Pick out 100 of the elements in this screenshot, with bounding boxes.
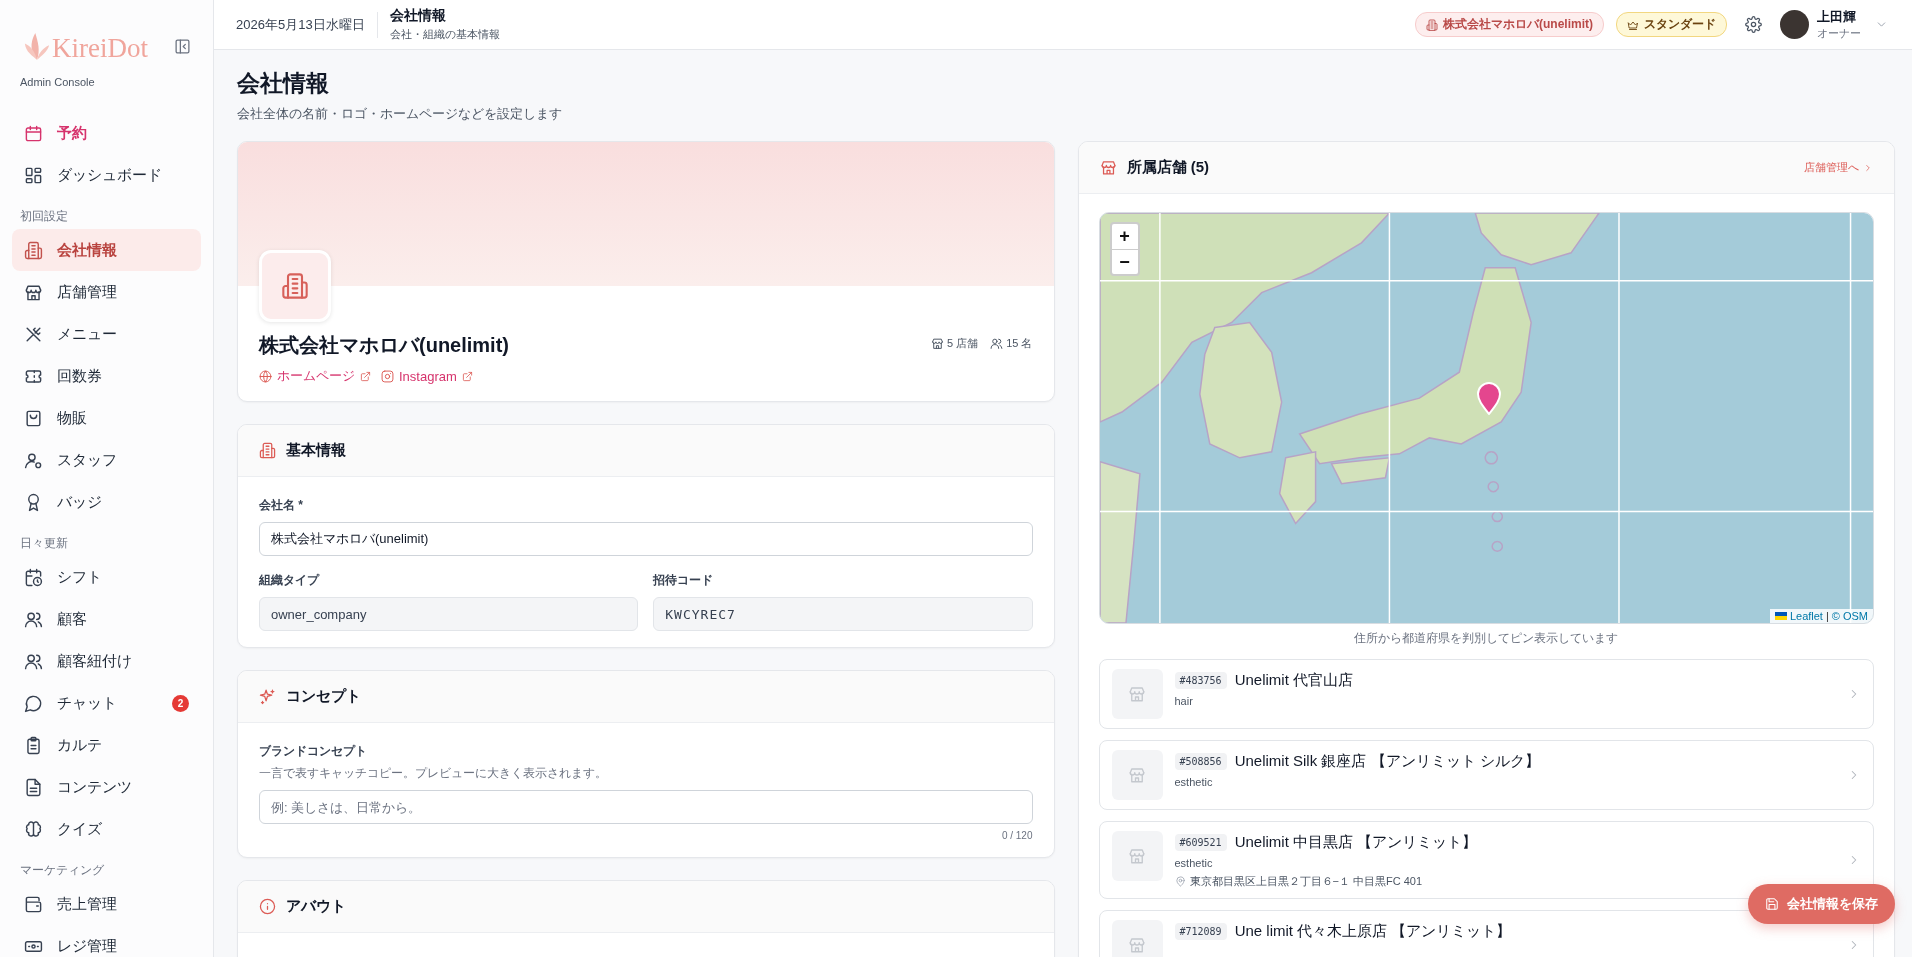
- profile-link[interactable]: Instagram: [399, 368, 457, 384]
- header-subtitle: 会社・組織の基本情報: [389, 27, 500, 42]
- collapse-sidebar-button[interactable]: [174, 37, 191, 55]
- store-row[interactable]: #508856 Unelimit Silk 銀座店 【アンリミット シルク】 esthetic: [1098, 740, 1874, 810]
- sidebar-item[interactable]: チャット 2: [12, 682, 201, 724]
- map-pin-icon: [1174, 876, 1186, 887]
- globe-icon: [259, 369, 272, 383]
- panel-icon: [174, 37, 191, 55]
- settings-button[interactable]: [1745, 16, 1762, 33]
- card-title: 基本情報: [286, 441, 347, 460]
- settings-icon: [1745, 16, 1762, 33]
- external-link-icon: [360, 370, 371, 382]
- console-label: Admin Console: [20, 76, 96, 88]
- save-icon: [1765, 897, 1779, 911]
- field-label: 会社名 *: [259, 497, 304, 514]
- field-label: ブランドコンセプト: [259, 743, 368, 760]
- store-icon: [1128, 685, 1146, 703]
- separator: |: [1825, 610, 1829, 622]
- input-field: owner_company: [259, 597, 639, 631]
- calendar-icon: [24, 123, 43, 143]
- store-category: esthetic: [1174, 776, 1214, 788]
- company-name: 株式会社マホロバ(unelimit): [259, 333, 509, 358]
- logo-text: KireiDot: [52, 35, 148, 62]
- date-label: 2026年5月13日水曜日: [236, 11, 378, 38]
- document-icon: [24, 777, 43, 797]
- sidebar-item[interactable]: 物販: [12, 397, 201, 439]
- sidebar-item[interactable]: シフト: [12, 556, 201, 598]
- store-category: hair: [1174, 695, 1194, 707]
- zoom-in-button[interactable]: +: [1111, 224, 1138, 249]
- store-name: Unelimit 中目黒店 【アンリミット】: [1234, 833, 1478, 852]
- plan-chip: スタンダード: [1616, 12, 1727, 37]
- sidebar-item[interactable]: コンテンツ: [12, 766, 201, 808]
- external-link-icon: [461, 370, 473, 382]
- sparkles-icon: [259, 688, 276, 705]
- users-icon: [990, 337, 1004, 350]
- sidebar-item[interactable]: レジ管理: [12, 925, 201, 957]
- sidebar-item[interactable]: 顧客: [12, 598, 201, 640]
- header-title: 会社情報: [389, 7, 447, 25]
- character-counter: 0 / 120: [1000, 830, 1033, 841]
- sidebar-item[interactable]: スタッフ: [12, 439, 201, 481]
- sidebar-item[interactable]: 予約: [12, 112, 201, 154]
- store-icon: [1128, 766, 1146, 784]
- grid-icon: [24, 165, 43, 185]
- sidebar-item[interactable]: ダッシュボード: [12, 154, 201, 196]
- osm-link[interactable]: © OSM: [1831, 610, 1868, 622]
- sidebar-item[interactable]: メニュー: [12, 313, 201, 355]
- building-icon: [1426, 18, 1438, 31]
- sidebar-item[interactable]: 顧客紐付け: [12, 640, 201, 682]
- page-title: 会社情報: [237, 69, 330, 98]
- input-field[interactable]: 株式会社マホロバ(unelimit): [259, 522, 1033, 556]
- sidebar-item[interactable]: 売上管理: [12, 883, 201, 925]
- section-heading: 日々更新: [20, 535, 69, 552]
- chevron-right-icon: [1863, 162, 1873, 173]
- chat-bubble-icon: [24, 693, 43, 713]
- section-heading: マーケティング: [20, 862, 105, 879]
- wallet-icon: [24, 894, 43, 914]
- unread-badge: 2: [172, 694, 189, 712]
- field-label: 招待コード: [653, 572, 715, 589]
- store-category: esthetic: [1174, 857, 1214, 869]
- card-title: コンセプト: [286, 687, 362, 706]
- profile-link[interactable]: ホームページ: [277, 367, 355, 385]
- map-caption: 住所から都道府県を判別してピン表示しています: [1353, 630, 1620, 647]
- manage-stores-link[interactable]: 店舗管理へ: [1804, 160, 1873, 175]
- user-role: オーナー: [1817, 26, 1861, 41]
- store-icon: [1099, 159, 1117, 176]
- card-title: アバウト: [286, 897, 347, 916]
- input-field[interactable]: 例: 美しさは、日常から。: [259, 790, 1033, 824]
- store-id: #712089: [1174, 923, 1227, 940]
- store-row[interactable]: #483756 Unelimit 代官山店 hair: [1098, 659, 1874, 729]
- user-name: 上田輝: [1817, 8, 1857, 26]
- flag-icon: [1774, 612, 1787, 620]
- building-icon: [259, 442, 276, 459]
- building-icon: [24, 240, 43, 260]
- page-description: 会社全体の名前・ロゴ・ホームページなどを設定します: [237, 105, 563, 123]
- store-icon: [931, 337, 944, 350]
- calendar-clock-icon: [24, 567, 43, 587]
- sidebar-item[interactable]: クイズ: [12, 808, 201, 850]
- store-icon: [24, 282, 43, 302]
- store-icon: [1128, 936, 1146, 954]
- section-heading: 初回設定: [20, 208, 69, 225]
- input-field: KWCYREC7: [653, 597, 1033, 631]
- store-id: #508856: [1174, 753, 1227, 770]
- sidebar-item[interactable]: 会社情報: [12, 229, 201, 271]
- instagram-icon: [381, 369, 394, 383]
- map-pin-icon[interactable]: [1475, 381, 1502, 415]
- sidebar-item[interactable]: 店舗管理: [12, 271, 201, 313]
- organization-chip[interactable]: 株式会社マホロバ(unelimit): [1415, 12, 1604, 37]
- card-title: 所属店舗 (5): [1126, 158, 1210, 177]
- zoom-out-button[interactable]: −: [1111, 249, 1138, 274]
- store-icon: [1128, 847, 1146, 865]
- sidebar-item[interactable]: カルテ: [12, 724, 201, 766]
- avatar[interactable]: [1780, 10, 1809, 39]
- leaflet-link[interactable]: Leaflet: [1789, 610, 1823, 622]
- sidebar-item[interactable]: 回数券: [12, 355, 201, 397]
- store-name: Une limit 代々木上原店 【アンリミット】: [1234, 922, 1512, 941]
- store-name: Unelimit Silk 銀座店 【アンリミット シルク】: [1234, 752, 1540, 771]
- building-icon: [281, 272, 309, 300]
- bag-icon: [24, 408, 43, 428]
- info-icon: [259, 898, 276, 915]
- sidebar-item[interactable]: バッジ: [12, 481, 201, 523]
